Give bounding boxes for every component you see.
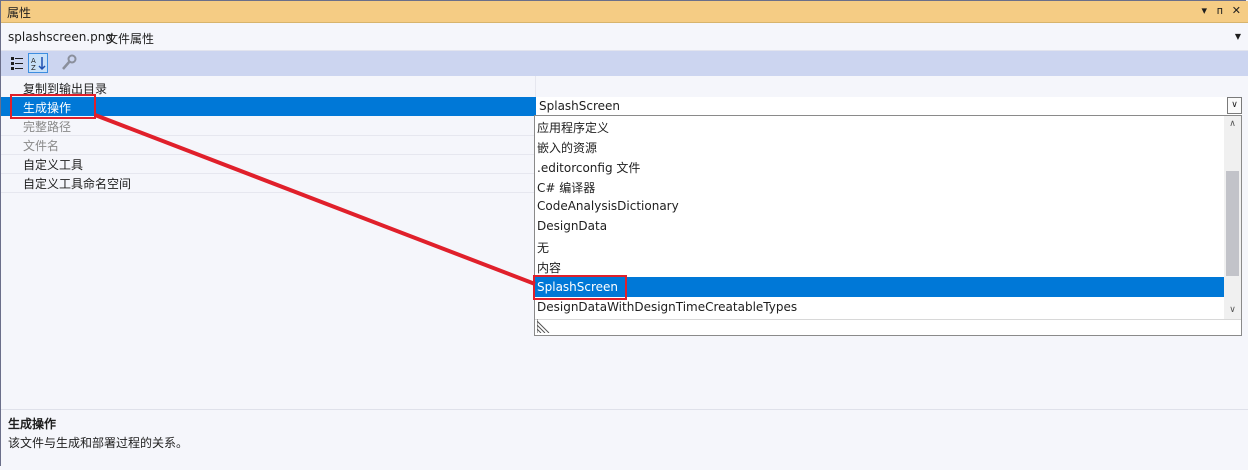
dropdown-option[interactable]: C# 编译器 (535, 176, 1224, 196)
property-row-custom-tool-namespace[interactable]: 自定义工具命名空间 (1, 173, 536, 192)
build-action-dropdown-list[interactable]: 应用程序定义 嵌入的资源 .editorconfig 文件 C# 编译器 Cod… (534, 115, 1242, 336)
dropdown-option[interactable]: CodeAnalysisDictionary (535, 196, 1224, 216)
properties-toolbar: A Z (1, 51, 1248, 76)
property-row-custom-tool[interactable]: 自定义工具 (1, 154, 536, 173)
close-icon[interactable]: ✕ (1232, 4, 1241, 17)
window-position-menu-icon[interactable]: ▾ (1201, 4, 1207, 17)
build-action-combobox[interactable]: SplashScreen ∨ (536, 97, 1242, 116)
scroll-down-icon[interactable]: ∨ (1224, 302, 1241, 319)
property-label: 自定义工具 (23, 158, 84, 172)
option-label: .editorconfig 文件 (537, 161, 641, 175)
property-pages-button[interactable] (59, 53, 79, 73)
annotation-highlight-box (10, 94, 96, 119)
option-label: C# 编译器 (537, 181, 596, 195)
property-row-file-name[interactable]: 文件名 (1, 135, 536, 154)
property-label: 文件名 (23, 139, 60, 153)
option-label: 嵌入的资源 (537, 141, 598, 155)
properties-window: 属性 ▾ ᴨ ✕ splashscreen.png 文件属性 ▼ A Z 复制到… (0, 0, 1248, 470)
description-title: 生成操作 (8, 417, 57, 431)
dropdown-option[interactable]: DesignData (535, 216, 1224, 236)
object-selector[interactable]: splashscreen.png 文件属性 ▼ (1, 23, 1248, 51)
window-title: 属性 (7, 6, 32, 20)
option-label: DesignData (537, 219, 608, 233)
dropdown-option[interactable]: 嵌入的资源 (535, 136, 1224, 156)
description-text: 该文件与生成和部署过程的关系。 (8, 436, 189, 450)
object-type: 文件属性 (106, 32, 155, 46)
alphabetical-sort-button[interactable]: A Z (28, 53, 48, 73)
sort-az-icon: A Z (31, 57, 46, 72)
property-label: 自定义工具命名空间 (23, 177, 132, 191)
dropdown-option[interactable]: DesignDataWithDesignTimeCreatableTypes (535, 297, 1224, 317)
pin-icon[interactable]: ᴨ (1217, 4, 1223, 17)
dropdown-option[interactable]: 内容 (535, 256, 1224, 276)
dropdown-scrollbar[interactable]: ∧ ∨ (1224, 116, 1241, 319)
combobox-value: SplashScreen (539, 99, 621, 113)
annotation-highlight-box (533, 275, 627, 300)
row-divider (1, 192, 536, 193)
dropdown-footer-divider (535, 319, 1241, 320)
svg-text:Z: Z (31, 64, 36, 72)
property-label: 完整路径 (23, 120, 72, 134)
dropdown-option[interactable]: 应用程序定义 (535, 116, 1224, 136)
option-label: 应用程序定义 (537, 121, 610, 135)
resize-grip-icon[interactable] (537, 319, 551, 333)
chevron-down-icon[interactable]: ▼ (1235, 32, 1241, 41)
scroll-up-icon[interactable]: ∧ (1224, 116, 1241, 133)
description-pane: 生成操作 该文件与生成和部署过程的关系。 (1, 409, 1248, 470)
dropdown-option[interactable]: .editorconfig 文件 (535, 156, 1224, 176)
option-label: 内容 (537, 261, 562, 275)
categorized-view-button[interactable] (7, 53, 27, 73)
option-label: DesignDataWithDesignTimeCreatableTypes (537, 300, 798, 314)
object-name: splashscreen.png (8, 30, 113, 44)
categorized-icon (11, 57, 23, 70)
scrollbar-thumb[interactable] (1226, 171, 1239, 276)
chevron-down-icon[interactable]: ∨ (1227, 97, 1242, 114)
title-bar[interactable]: 属性 ▾ ᴨ ✕ (1, 1, 1248, 23)
dropdown-option-selected[interactable]: SplashScreen (535, 277, 1224, 297)
dropdown-option[interactable]: 无 (535, 236, 1224, 256)
option-label: 无 (537, 241, 550, 255)
option-label: CodeAnalysisDictionary (537, 199, 679, 213)
wrench-icon (62, 54, 77, 70)
